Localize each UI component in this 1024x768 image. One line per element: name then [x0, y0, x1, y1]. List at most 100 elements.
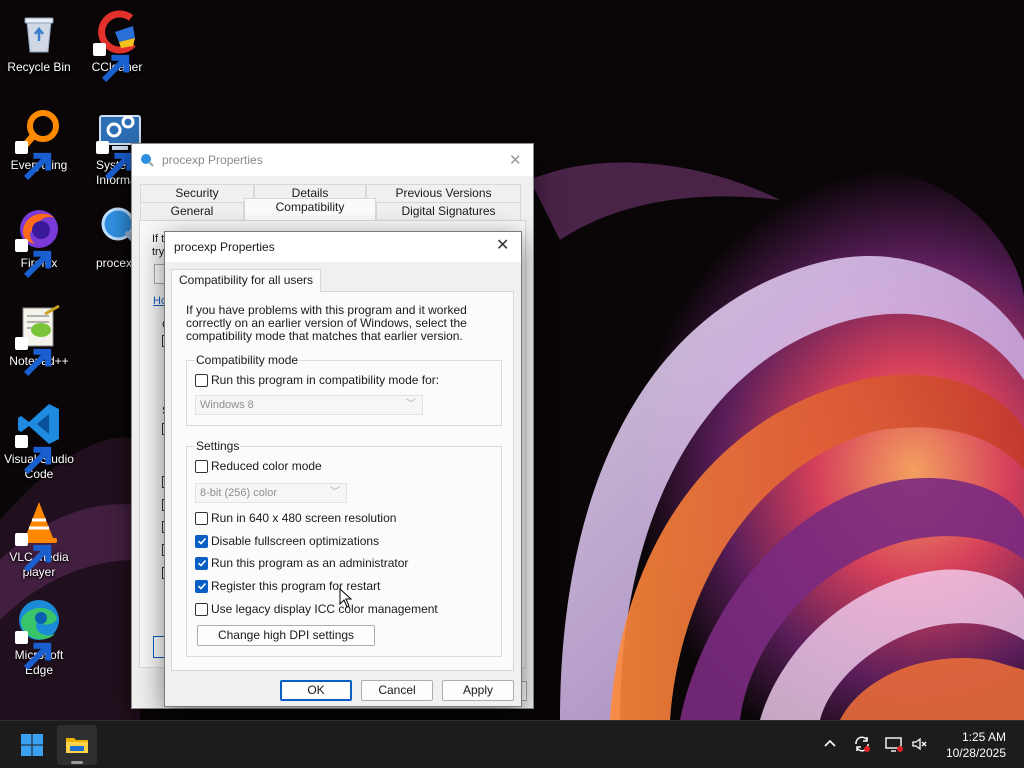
checkmark-icon: [197, 582, 206, 590]
disable-fullscreen-checkbox[interactable]: [195, 534, 208, 548]
compat-mode-select[interactable]: Windows 8 ﹀: [195, 395, 423, 415]
register-restart-label: Register this program for restart: [211, 579, 381, 593]
tab-compatibility-all-users[interactable]: Compatibility for all users: [171, 269, 322, 292]
display-icon: [885, 737, 903, 752]
settings-group: Settings Reduced color mode 8-bit (256) …: [186, 439, 502, 657]
cancel-button[interactable]: Cancel: [361, 680, 433, 701]
procexp-small-icon: [141, 154, 154, 167]
desktop-icon-label: Recycle Bin: [7, 60, 71, 74]
clock-time: 1:25 AM: [961, 730, 1006, 744]
compatibility-panel: If you have problems with this program a…: [171, 291, 514, 671]
back-window-title: procexp Properties: [162, 153, 263, 167]
legacy-icc-row[interactable]: Use legacy display ICC color management: [195, 601, 438, 617]
file-explorer-button[interactable]: [57, 725, 97, 765]
shortcut-arrow-icon: [15, 141, 52, 181]
tab-digital-signatures[interactable]: Digital Signatures: [376, 202, 521, 220]
everything-icon: [15, 106, 63, 181]
volume-tray-button[interactable]: [910, 734, 930, 754]
procexp-icon: [96, 204, 134, 252]
shortcut-arrow-icon: [15, 631, 52, 671]
vscode-icon: [15, 400, 63, 475]
firefox-icon: [15, 204, 63, 279]
intro-text: If you have problems with this program a…: [186, 303, 467, 343]
desktop-icon-everything[interactable]: Everything: [0, 106, 78, 181]
chevron-down-icon: ﹀: [330, 487, 340, 498]
close-icon[interactable]: ✕: [509, 151, 525, 169]
run-640-row[interactable]: Run in 640 x 480 screen resolution: [195, 510, 396, 526]
taskbar: 1:25 AM 10/28/2025: [0, 720, 1024, 768]
shortcut-arrow-icon: [15, 435, 52, 475]
dialog-title: procexp Properties: [174, 240, 275, 254]
edge-icon: [15, 596, 63, 671]
compat-mode-checkbox-row[interactable]: Run this program in compatibility mode f…: [195, 372, 439, 388]
file-explorer-icon: [66, 738, 88, 753]
back-intro-fragment: try: [152, 246, 165, 258]
reduced-color-label: Reduced color mode: [211, 459, 322, 473]
reduced-color-checkbox[interactable]: [195, 459, 208, 473]
taskbar-clock[interactable]: 1:25 AM 10/28/2025: [946, 729, 1006, 761]
start-icon: [21, 734, 43, 756]
tab-compatibility[interactable]: Compatibility: [244, 198, 376, 220]
display-tray-button[interactable]: [884, 734, 904, 754]
legacy-icc-label: Use legacy display ICC color management: [211, 602, 438, 616]
chevron-down-icon: ﹀: [406, 399, 416, 410]
shortcut-arrow-icon: [93, 43, 130, 83]
run-admin-label: Run this program as an administrator: [211, 556, 409, 570]
desktop-icon-notepadpp[interactable]: Notepad++: [0, 302, 78, 377]
legacy-icc-checkbox[interactable]: [195, 602, 208, 616]
register-restart-row[interactable]: Register this program for restart: [195, 578, 380, 594]
tab-general[interactable]: General: [140, 202, 244, 220]
register-restart-checkbox[interactable]: [195, 579, 208, 593]
compat-mode-checkbox-label: Run this program in compatibility mode f…: [211, 373, 440, 387]
ccleaner-icon: [93, 8, 141, 83]
close-icon[interactable]: ✕: [496, 238, 512, 255]
shortcut-arrow-icon: [15, 239, 52, 279]
desktop-icon-ccleaner[interactable]: CCleaner: [78, 8, 156, 83]
vlc-icon: [15, 498, 63, 573]
desktop-icon-recycle-bin[interactable]: Recycle Bin: [0, 8, 78, 75]
sync-icon: [855, 736, 870, 752]
disable-fullscreen-row[interactable]: Disable fullscreen optimizations: [195, 533, 379, 549]
checkmark-icon: [197, 559, 206, 567]
chevron-up-icon: [824, 739, 836, 747]
desktop-icon-edge[interactable]: Microsoft Edge: [0, 596, 78, 678]
mouse-cursor-icon: [339, 588, 352, 608]
sync-tray-button[interactable]: [852, 734, 872, 754]
ok-button[interactable]: OK: [280, 680, 352, 701]
start-button[interactable]: [12, 725, 52, 765]
run-640-label: Run in 640 x 480 screen resolution: [211, 511, 397, 525]
desktop-icon-vscode[interactable]: Visual Studio Code: [0, 400, 78, 482]
change-high-dpi-button[interactable]: Change high DPI settings: [197, 625, 375, 646]
run-640-checkbox[interactable]: [195, 511, 208, 525]
notepadpp-icon: [15, 302, 63, 377]
desktop-icon-vlc[interactable]: VLC media player: [0, 498, 78, 580]
disable-fullscreen-label: Disable fullscreen optimizations: [211, 534, 380, 548]
run-admin-row[interactable]: Run this program as an administrator: [195, 555, 408, 571]
color-depth-select[interactable]: 8-bit (256) color ﹀: [195, 483, 347, 503]
desktop-icon-label: procexp: [96, 256, 134, 270]
show-hidden-icons-button[interactable]: [820, 734, 840, 754]
dialog-titlebar[interactable]: procexp Properties ✕: [165, 232, 521, 262]
shortcut-arrow-icon: [96, 141, 133, 181]
reduced-color-row[interactable]: Reduced color mode: [195, 458, 322, 474]
compat-mode-select-value: Windows 8: [200, 399, 254, 411]
checkmark-icon: [197, 537, 206, 545]
desktop-icon-procexp[interactable]: procexp: [78, 204, 134, 271]
desktop-icon-firefox[interactable]: Firefox: [0, 204, 78, 279]
volume-muted-icon: [912, 737, 927, 751]
shortcut-arrow-icon: [15, 533, 52, 573]
procexp-properties-dialog[interactable]: procexp Properties ✕ Compatibility for a…: [164, 231, 522, 707]
tab-security[interactable]: Security: [140, 184, 254, 202]
settings-label: Settings: [195, 439, 241, 453]
color-depth-select-value: 8-bit (256) color: [200, 487, 278, 499]
recycle-bin-icon: [15, 8, 63, 56]
run-admin-checkbox[interactable]: [195, 556, 208, 570]
apply-button[interactable]: Apply: [442, 680, 514, 701]
compatibility-mode-group: Compatibility mode Run this program in c…: [186, 353, 502, 426]
shortcut-arrow-icon: [15, 337, 52, 377]
back-window-titlebar[interactable]: procexp Properties ✕: [132, 144, 533, 176]
tab-previous-versions[interactable]: Previous Versions: [366, 184, 521, 202]
compat-mode-checkbox[interactable]: [195, 373, 208, 387]
clock-date: 10/28/2025: [945, 746, 1006, 760]
compatibility-mode-label: Compatibility mode: [195, 353, 300, 367]
